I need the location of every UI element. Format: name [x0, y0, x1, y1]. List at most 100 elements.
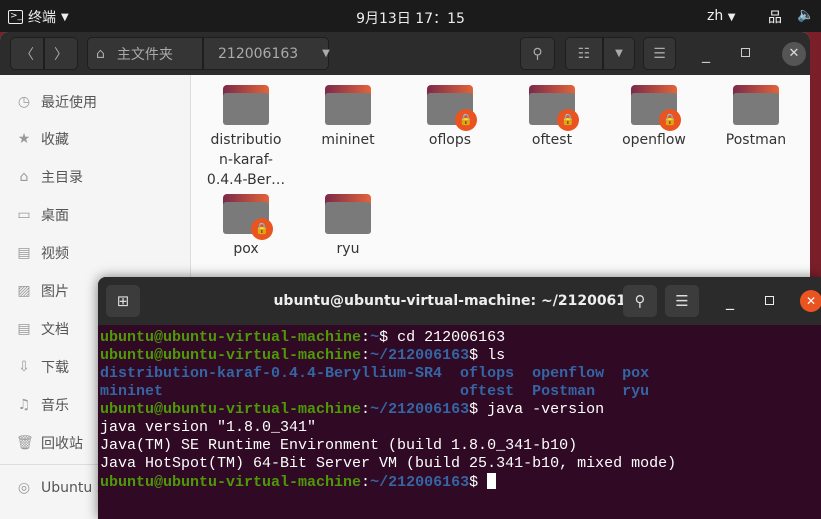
- lock-icon: 🔒: [557, 109, 579, 131]
- command: [478, 474, 487, 491]
- maximize-button[interactable]: [741, 48, 750, 57]
- sidebar-item[interactable]: ⇩ 下载: [16, 357, 69, 377]
- disc-icon: ◎: [17, 480, 31, 496]
- path-current-button[interactable]: 212006163 ▼: [203, 37, 330, 70]
- prompt-user: ubuntu@ubuntu-virtual-machine: [100, 401, 362, 418]
- terminal-line: mininet oftest Postman ryu: [100, 383, 821, 401]
- sidebar-item[interactable]: ▭ 桌面: [16, 205, 69, 225]
- prompt-user: ubuntu@ubuntu-virtual-machine: [100, 474, 362, 491]
- folder-icon: 🔒: [223, 194, 273, 240]
- prompt-user: ubuntu@ubuntu-virtual-machine: [100, 329, 362, 346]
- folder-item[interactable]: Postman: [706, 85, 806, 150]
- view-options-button[interactable]: ▼: [603, 37, 635, 70]
- chevron-down-icon: ▼: [727, 12, 736, 23]
- command-output: Java(TM) SE Runtime Environment (build 1…: [100, 437, 578, 454]
- terminal-icon: >_: [8, 10, 23, 24]
- terminal-line: java version "1.8.0_341": [100, 419, 821, 437]
- folder-label: oflops: [428, 132, 472, 148]
- download-icon: ⇩: [18, 359, 30, 375]
- terminal-line: ubuntu@ubuntu-virtual-machine:~$ cd 2120…: [100, 329, 506, 346]
- command-output: java version "1.8.0_341": [100, 419, 317, 436]
- lock-icon: 🔒: [251, 218, 273, 240]
- sidebar-item[interactable]: ⌂ 主目录: [16, 167, 83, 187]
- network-icon[interactable]: 品: [768, 7, 782, 27]
- search-icon: ⚲: [532, 45, 543, 62]
- folder-item[interactable]: distributio n-karaf- 0.4.4-Ber…: [196, 85, 296, 190]
- folder-item[interactable]: 🔒 oflops: [400, 85, 500, 150]
- folder-item[interactable]: 🔒 pox: [196, 194, 296, 259]
- folder-item[interactable]: ryu: [298, 194, 398, 259]
- folder-item[interactable]: 🔒 openflow: [604, 85, 704, 150]
- chevron-down-icon: ▼: [61, 11, 69, 23]
- view-list-button[interactable]: ☷: [565, 37, 603, 70]
- folder-label: Postman: [725, 132, 787, 148]
- terminal-line: ubuntu@ubuntu-virtual-machine:~/21200616…: [100, 401, 605, 418]
- path-current-label: 212006163: [218, 45, 299, 62]
- folder-icon: [325, 194, 371, 234]
- sidebar-item[interactable]: ★ 收藏: [16, 129, 69, 149]
- folder-item[interactable]: 🔒 oftest: [502, 85, 602, 150]
- sidebar-item[interactable]: ◎ Ubuntu 2: [16, 480, 106, 496]
- prompt-path: ~/212006163: [370, 401, 470, 418]
- command: cd 212006163: [388, 329, 506, 346]
- prompt-path: ~: [370, 329, 380, 346]
- folder-icon: 🔒: [529, 85, 579, 131]
- close-button[interactable]: ✕: [800, 290, 821, 312]
- maximize-button[interactable]: [765, 296, 774, 305]
- folder-label: ryu: [336, 241, 360, 257]
- folder-icon: 🔒: [631, 85, 681, 131]
- close-button[interactable]: ✕: [782, 42, 806, 66]
- minimize-button[interactable]: _: [702, 44, 710, 63]
- sidebar-item-label: Ubuntu 2: [41, 480, 106, 496]
- terminal-line: Java(TM) SE Runtime Environment (build 1…: [100, 437, 821, 455]
- video-icon: ▤: [17, 245, 31, 261]
- terminal-line: Java HotSpot(TM) 64-Bit Server VM (build…: [100, 455, 821, 473]
- menu-button[interactable]: ☰: [665, 285, 699, 317]
- folder-icon: [223, 85, 269, 125]
- clock[interactable]: 9月13日 17：15: [356, 11, 465, 27]
- sidebar-item[interactable]: ▤ 视频: [16, 243, 69, 263]
- forward-button[interactable]: 〉: [44, 37, 78, 70]
- back-button[interactable]: 〈: [10, 37, 44, 70]
- folder-item[interactable]: mininet: [298, 85, 398, 150]
- language-menu[interactable]: zh ▼: [707, 8, 735, 24]
- folder-icon: [325, 85, 371, 125]
- menu-button[interactable]: ☰: [643, 37, 676, 70]
- volume-icon[interactable]: 🔈: [797, 7, 814, 23]
- path-home-button[interactable]: ⌂ 主文件夹: [87, 37, 203, 70]
- star-icon: ★: [17, 131, 31, 147]
- sidebar-item[interactable]: ◷ 最近使用: [16, 92, 97, 112]
- chevron-down-icon: ▼: [615, 48, 623, 59]
- list-icon: ☷: [577, 45, 591, 62]
- terminal-line: ubuntu@ubuntu-virtual-machine:~/21200616…: [100, 347, 506, 364]
- image-icon: ▨: [17, 283, 31, 299]
- hamburger-icon: ☰: [653, 45, 666, 62]
- search-button[interactable]: ⚲: [520, 37, 555, 70]
- music-icon: ♫: [17, 397, 31, 413]
- sidebar-item-label: 下载: [41, 360, 69, 376]
- sidebar-item[interactable]: ▤ 文档: [16, 319, 69, 339]
- app-menu[interactable]: >_ 终端 ▼: [8, 7, 69, 27]
- folder-label: mininet: [321, 132, 375, 148]
- terminal-output[interactable]: ubuntu@ubuntu-virtual-machine:~$ cd 2120…: [98, 325, 821, 492]
- home-icon: ⌂: [96, 45, 105, 62]
- search-icon: ⚲: [634, 292, 646, 310]
- sidebar-item-label: 视频: [41, 246, 69, 262]
- sidebar-item[interactable]: 🗑 回收站: [16, 433, 83, 453]
- sidebar-item-label: 桌面: [41, 208, 69, 224]
- hamburger-icon: ☰: [675, 292, 689, 310]
- minimize-button[interactable]: _: [726, 291, 734, 310]
- sidebar-item-label: 回收站: [41, 436, 83, 452]
- trash-icon: 🗑: [16, 435, 34, 451]
- folder-label: openflow: [622, 132, 686, 148]
- cursor: [487, 473, 497, 489]
- top-bar: >_ 终端 ▼ 9月13日 17：15 zh ▼ 品 🔈: [0, 0, 821, 32]
- desktop-icon: ▭: [17, 207, 31, 223]
- language-label: zh: [707, 8, 724, 24]
- terminal-header: ⊞ ubuntu@ubuntu-virtual-machine: ~/21200…: [98, 277, 821, 325]
- document-icon: ▤: [17, 321, 31, 337]
- search-button[interactable]: ⚲: [623, 285, 657, 317]
- sidebar-item[interactable]: ▨ 图片: [16, 281, 69, 301]
- sidebar-item[interactable]: ♫ 音乐: [16, 395, 69, 415]
- sidebar-item-label: 最近使用: [41, 95, 97, 111]
